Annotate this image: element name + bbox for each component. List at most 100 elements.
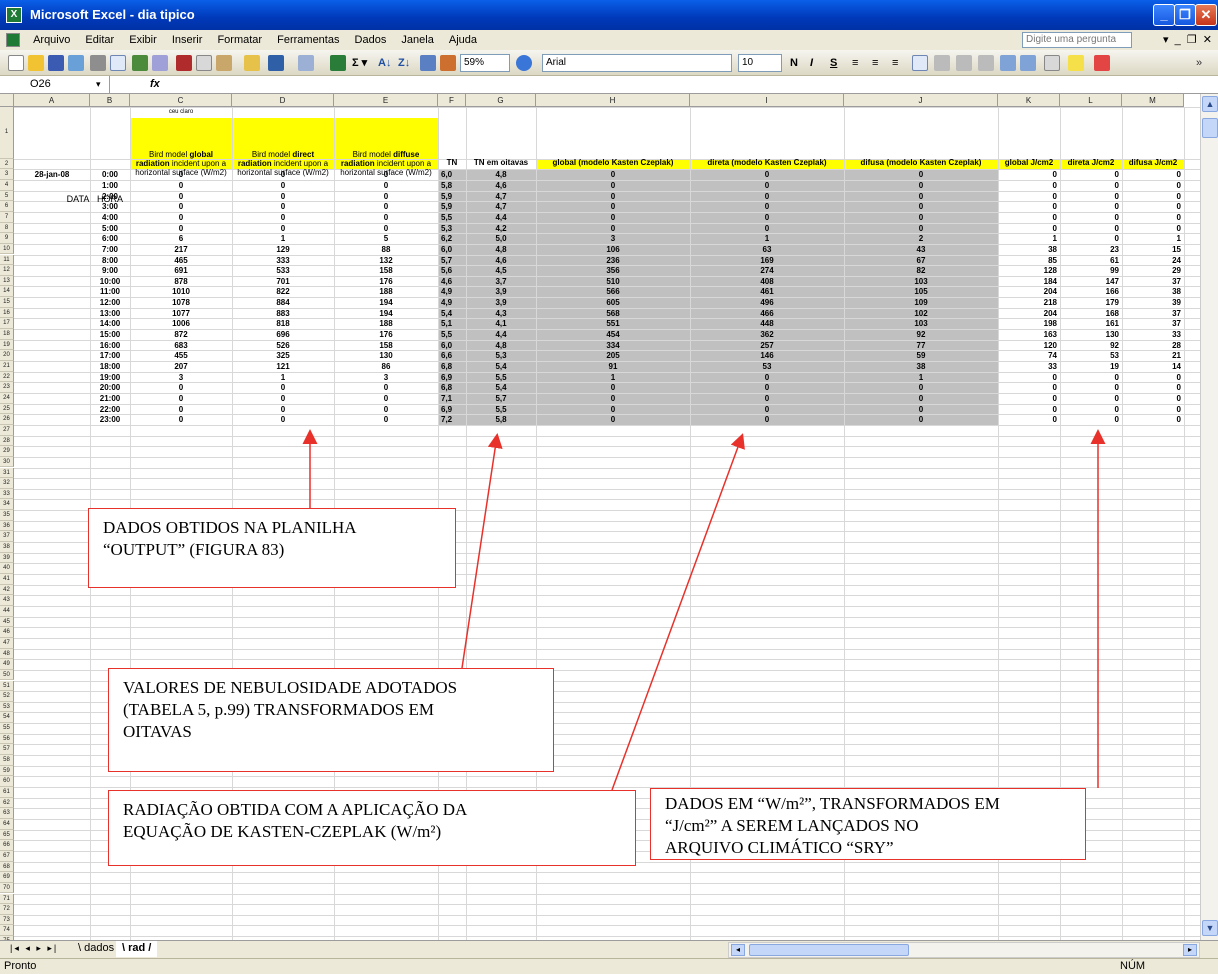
vertical-scroll-thumb[interactable] bbox=[1202, 118, 1218, 138]
table-cell[interactable]: 0 bbox=[130, 213, 232, 223]
table-cell[interactable]: 17:00 bbox=[90, 351, 130, 361]
table-cell[interactable]: 102 bbox=[844, 309, 998, 319]
table-cell[interactable]: 176 bbox=[334, 277, 438, 287]
table-cell[interactable]: 0 bbox=[844, 170, 998, 180]
table-cell[interactable]: 6,0 bbox=[438, 245, 466, 255]
table-cell[interactable]: 13:00 bbox=[90, 309, 130, 319]
table-cell[interactable]: 5,5 bbox=[438, 213, 466, 223]
table-cell[interactable]: 121 bbox=[232, 362, 334, 372]
table-cell[interactable]: 33 bbox=[1122, 330, 1184, 340]
close-button[interactable]: ✕ bbox=[1195, 4, 1217, 26]
row-header[interactable]: 14 bbox=[0, 286, 14, 298]
table-cell[interactable]: 448 bbox=[690, 319, 844, 329]
table-cell[interactable]: 4,8 bbox=[466, 341, 536, 351]
column-header-m[interactable]: M bbox=[1122, 94, 1184, 107]
row-header[interactable]: 15 bbox=[0, 297, 14, 308]
table-cell[interactable]: 0 bbox=[130, 181, 232, 191]
row-header[interactable]: 74 bbox=[0, 925, 14, 937]
cut-icon[interactable] bbox=[176, 55, 192, 71]
table-cell[interactable]: 510 bbox=[536, 277, 690, 287]
row-header[interactable]: 34 bbox=[0, 499, 14, 511]
new-icon[interactable] bbox=[8, 55, 24, 71]
research-icon[interactable] bbox=[152, 55, 168, 71]
table-cell[interactable]: 5,3 bbox=[438, 224, 466, 234]
table-cell[interactable]: 128 bbox=[998, 266, 1060, 276]
table-cell[interactable]: 23 bbox=[1060, 245, 1122, 255]
column-header-g[interactable]: G bbox=[466, 94, 536, 107]
row-header[interactable]: 12 bbox=[0, 265, 14, 276]
table-cell[interactable]: 878 bbox=[130, 277, 232, 287]
table-cell[interactable]: 0 bbox=[690, 181, 844, 191]
table-cell[interactable]: 7,2 bbox=[438, 415, 466, 425]
table-cell[interactable]: 86 bbox=[334, 362, 438, 372]
table-cell[interactable]: 0 bbox=[1060, 394, 1122, 404]
table-cell[interactable]: 67 bbox=[844, 256, 998, 266]
table-cell[interactable]: 5,9 bbox=[438, 202, 466, 212]
row-header[interactable]: 48 bbox=[0, 648, 14, 660]
function-icon[interactable]: fx bbox=[150, 76, 160, 93]
table-cell[interactable]: 15:00 bbox=[90, 330, 130, 340]
table-cell[interactable]: 38 bbox=[844, 362, 998, 372]
increase-indent-icon[interactable] bbox=[1020, 55, 1036, 71]
row-header[interactable]: 27 bbox=[0, 424, 14, 436]
table-cell[interactable]: 21 bbox=[1122, 351, 1184, 361]
table-cell[interactable]: 5,8 bbox=[466, 415, 536, 425]
table-cell[interactable]: 38 bbox=[998, 245, 1060, 255]
row-header[interactable]: 18 bbox=[0, 329, 14, 340]
table-cell[interactable]: 19 bbox=[1060, 362, 1122, 372]
row-header[interactable]: 59 bbox=[0, 765, 14, 777]
table-cell[interactable]: 683 bbox=[130, 341, 232, 351]
table-cell[interactable]: 0 bbox=[844, 415, 998, 425]
table-cell[interactable]: 1 bbox=[1122, 234, 1184, 244]
autosum-icon[interactable]: Σ ▾ bbox=[352, 55, 367, 71]
table-cell[interactable]: 461 bbox=[690, 287, 844, 297]
table-cell[interactable]: 6:00 bbox=[90, 234, 130, 244]
table-cell[interactable]: 0 bbox=[1122, 170, 1184, 180]
table-cell[interactable]: 0 bbox=[536, 394, 690, 404]
table-cell[interactable]: 0 bbox=[690, 415, 844, 425]
row-header[interactable]: 10 bbox=[0, 243, 14, 255]
table-cell[interactable]: 0 bbox=[1122, 202, 1184, 212]
row-header[interactable]: 60 bbox=[0, 776, 14, 787]
table-cell[interactable]: 4,2 bbox=[466, 224, 536, 234]
table-cell[interactable]: 38 bbox=[1122, 287, 1184, 297]
table-cell[interactable]: 526 bbox=[232, 341, 334, 351]
table-cell[interactable]: 169 bbox=[690, 256, 844, 266]
table-cell[interactable]: 204 bbox=[998, 287, 1060, 297]
table-cell[interactable]: 4,6 bbox=[438, 277, 466, 287]
print-preview-icon[interactable] bbox=[110, 55, 126, 71]
table-cell[interactable]: 105 bbox=[844, 287, 998, 297]
table-cell[interactable]: 19:00 bbox=[90, 373, 130, 383]
ask-question-input[interactable]: Digite uma pergunta bbox=[1022, 32, 1132, 48]
table-cell[interactable]: 29 bbox=[1122, 266, 1184, 276]
table-cell[interactable]: 88 bbox=[334, 245, 438, 255]
row-header[interactable]: 37 bbox=[0, 531, 14, 543]
table-cell[interactable]: 11:00 bbox=[90, 287, 130, 297]
table-cell[interactable]: 4,7 bbox=[466, 192, 536, 202]
table-cell[interactable]: 3,9 bbox=[466, 298, 536, 308]
table-cell[interactable]: 5,9 bbox=[438, 192, 466, 202]
column-header-i[interactable]: I bbox=[690, 94, 844, 107]
row-header[interactable]: 30 bbox=[0, 456, 14, 468]
font-color-icon[interactable] bbox=[1094, 55, 1110, 71]
row-header[interactable]: 32 bbox=[0, 478, 14, 489]
merge-center-icon[interactable] bbox=[912, 55, 928, 71]
underline-button[interactable]: S bbox=[830, 55, 837, 71]
table-cell[interactable]: 872 bbox=[130, 330, 232, 340]
table-cell[interactable]: 0 bbox=[130, 202, 232, 212]
table-cell[interactable]: 236 bbox=[536, 256, 690, 266]
table-cell[interactable]: 28 bbox=[1122, 341, 1184, 351]
sort-ascending-icon[interactable]: A↓ bbox=[378, 55, 391, 71]
table-cell[interactable]: 883 bbox=[232, 309, 334, 319]
table-cell[interactable]: 77 bbox=[844, 341, 998, 351]
table-cell[interactable]: 5,5 bbox=[466, 373, 536, 383]
table-cell[interactable]: 6,0 bbox=[438, 170, 466, 180]
column-header-b[interactable]: B bbox=[90, 94, 130, 107]
table-cell[interactable]: 0 bbox=[998, 394, 1060, 404]
undo-icon[interactable] bbox=[268, 55, 284, 71]
table-cell[interactable]: 0 bbox=[844, 213, 998, 223]
row-header[interactable]: 5 bbox=[0, 190, 14, 202]
table-cell[interactable]: 0 bbox=[998, 202, 1060, 212]
table-cell[interactable]: 120 bbox=[998, 341, 1060, 351]
table-cell[interactable]: 325 bbox=[232, 351, 334, 361]
